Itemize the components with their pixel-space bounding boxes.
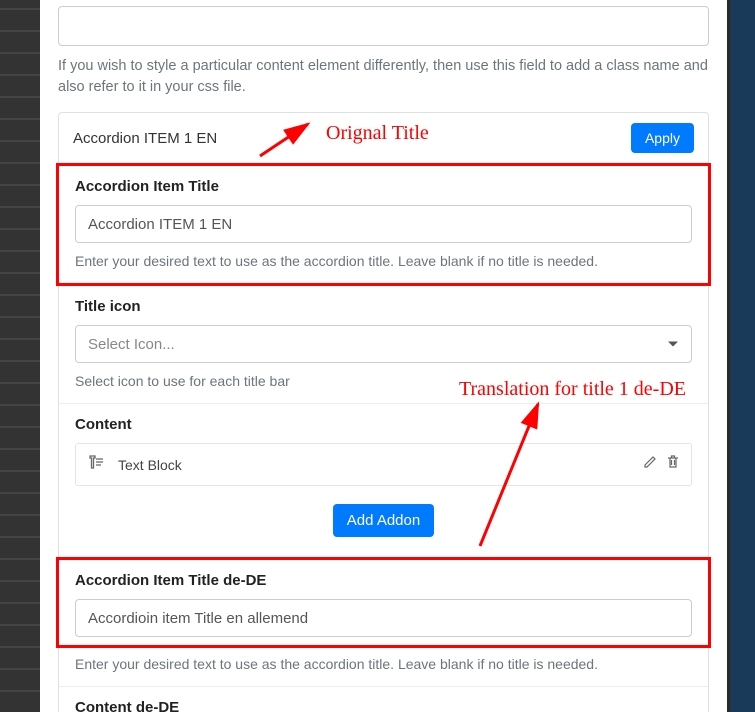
panel-title: Accordion ITEM 1 EN <box>73 130 217 147</box>
field-label-title: Accordion Item Title <box>75 178 692 195</box>
icon-select[interactable]: Select Icon... <box>75 325 692 363</box>
css-class-help: If you wish to style a particular conten… <box>58 56 709 98</box>
apply-button[interactable]: Apply <box>631 123 694 153</box>
field-label-title-de: Accordion Item Title de-DE <box>75 572 692 589</box>
accordion-title-input[interactable] <box>75 205 692 243</box>
content-section: Content Text Block Add Addon <box>59 404 708 557</box>
addon-label: Text Block <box>118 457 182 473</box>
chevron-down-icon <box>668 342 678 347</box>
highlighted-section-translation: Accordion Item Title de-DE <box>56 557 711 648</box>
accordion-title-de-input[interactable] <box>75 599 692 637</box>
content-de-section: Content de-DE <box>59 687 708 712</box>
background-stripes <box>0 0 40 712</box>
field-label-icon: Title icon <box>75 298 692 315</box>
panel-header: Accordion ITEM 1 EN Apply <box>59 113 708 163</box>
highlighted-section-original: Accordion Item Title Enter your desired … <box>56 163 711 286</box>
delete-icon[interactable] <box>667 455 679 474</box>
field-help-title-de: Enter your desired text to use as the ac… <box>75 656 692 672</box>
edit-icon[interactable] <box>643 455 657 474</box>
accordion-item-panel: Accordion ITEM 1 EN Apply Accordion Item… <box>58 112 709 712</box>
title-icon-section: Title icon Select Icon... Select icon to… <box>59 286 708 403</box>
add-addon-button[interactable]: Add Addon <box>333 504 434 537</box>
css-class-input[interactable] <box>58 6 709 46</box>
text-block-icon <box>88 454 106 475</box>
field-help-title: Enter your desired text to use as the ac… <box>75 253 692 269</box>
background-right <box>730 0 755 712</box>
field-label-content: Content <box>75 416 692 433</box>
settings-modal: If you wish to style a particular conten… <box>40 0 727 712</box>
field-label-content-de: Content de-DE <box>75 699 692 712</box>
addon-row[interactable]: Text Block <box>75 443 692 486</box>
field-help-icon: Select icon to use for each title bar <box>75 373 692 389</box>
